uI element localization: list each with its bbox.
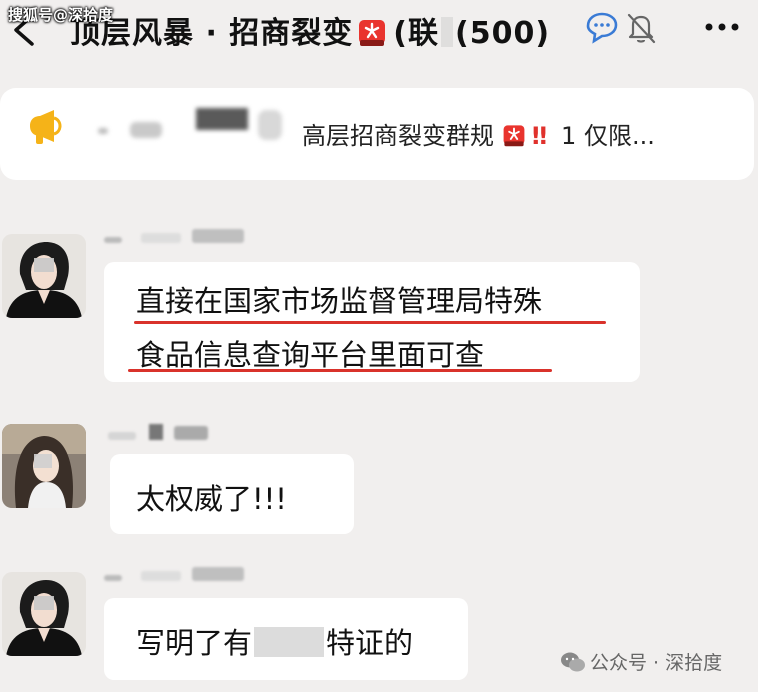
title-hidden-char xyxy=(441,17,454,47)
siren-icon xyxy=(503,125,525,147)
sender-name-blurred xyxy=(104,566,245,585)
sender-name-blurred xyxy=(104,228,245,247)
blurred-sender-a xyxy=(130,122,162,138)
double-exclamation-icon: ‼ xyxy=(532,122,548,150)
message-line: 食品信息查询平台里面可查 xyxy=(136,338,485,372)
more-options-icon[interactable] xyxy=(700,10,744,44)
announcement-icon xyxy=(30,110,62,144)
message-text: 写明了有 特证的 xyxy=(136,620,413,662)
chat-bubble-icon[interactable] xyxy=(584,10,620,44)
message-bubble[interactable]: 直接在国家市场监督管理局特殊 食品信息查询平台里面可查 xyxy=(104,262,640,382)
blurred-sender-c xyxy=(258,110,282,140)
message-text: 太权威了!!! xyxy=(136,482,287,516)
wechat-icon xyxy=(561,652,585,672)
message-line: 直接在国家市场监督管理局特殊 xyxy=(136,284,543,318)
watermark-bottom-text: 公众号 · 深拾度 xyxy=(590,652,723,674)
red-underline xyxy=(128,369,552,372)
message-bubble[interactable]: 写明了有 特证的 xyxy=(104,598,468,680)
red-underline xyxy=(134,321,606,324)
avatar[interactable] xyxy=(2,424,86,508)
watermark-top: 搜狐号@深拾度 xyxy=(8,6,114,24)
pinned-tail: 1 仅限... xyxy=(561,122,655,150)
pinned-announcement[interactable]: 高层招商裂变群规 ‼ 1 仅限... xyxy=(0,88,754,180)
mute-bell-icon[interactable] xyxy=(624,10,658,46)
chat-title: 顶层风暴 · 招商裂变 (联 (500) xyxy=(70,8,550,52)
avatar[interactable] xyxy=(2,572,86,656)
pinned-title: 高层招商裂变群规 xyxy=(302,122,494,150)
blurred-sender-dot xyxy=(98,128,108,134)
censored-block xyxy=(254,627,325,657)
siren-icon xyxy=(359,20,386,46)
chat-title-suffix: (联 xyxy=(393,16,440,51)
avatar[interactable] xyxy=(2,234,86,318)
message-bubble[interactable]: 太权威了!!! xyxy=(110,454,354,534)
blurred-sender-b xyxy=(196,108,248,130)
chat-header: 顶层风暴 · 招商裂变 (联 (500) xyxy=(0,0,758,80)
sender-name-blurred xyxy=(108,424,209,444)
pinned-text: 高层招商裂变群规 ‼ 1 仅限... xyxy=(302,116,655,151)
watermark-bottom: 公众号 · 深拾度 xyxy=(560,648,722,675)
member-count: (500) xyxy=(455,16,551,51)
message-text-after: 特证的 xyxy=(326,626,414,660)
message-text-before: 写明了有 xyxy=(136,626,253,660)
